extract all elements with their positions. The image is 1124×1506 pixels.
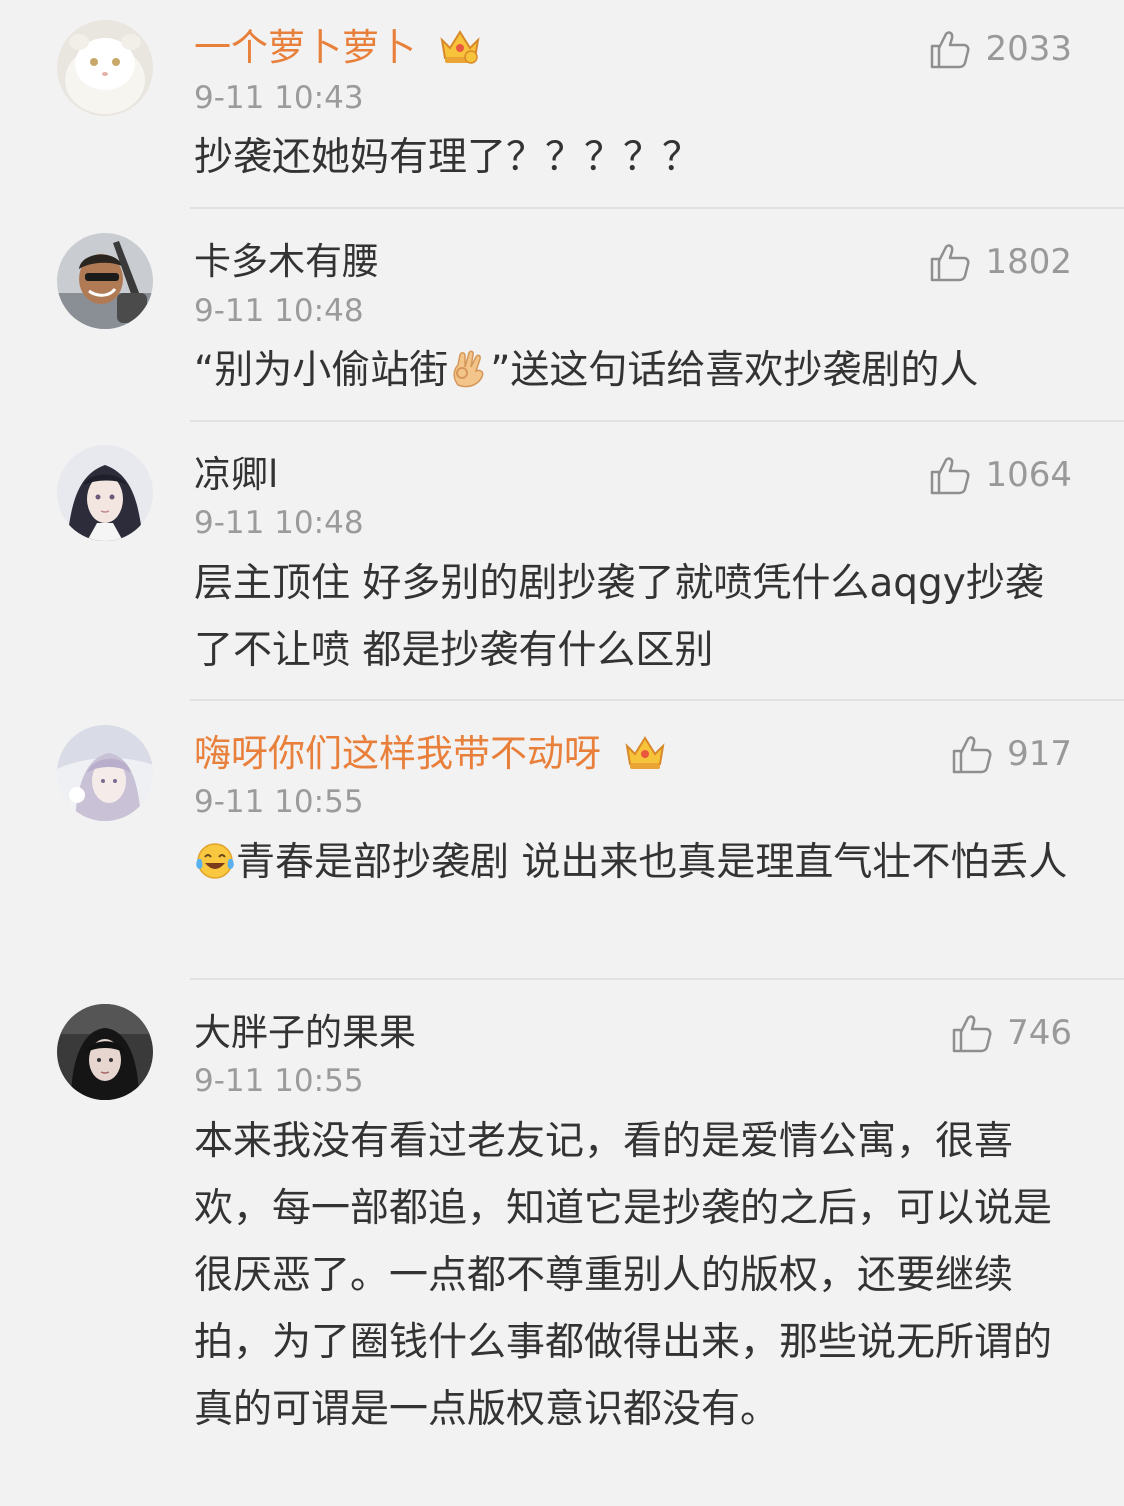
thumbs-up-icon (952, 1015, 992, 1053)
comment-text: “别为小偷站街 ”送这句话给喜欢抄袭剧的人 (194, 337, 1074, 404)
divider (190, 978, 1124, 980)
avatar[interactable] (57, 445, 153, 541)
comment-text: 抄袭还她妈有理了？？？？？ (194, 135, 702, 180)
like-button[interactable]: 2033 (929, 27, 1072, 71)
avatar[interactable] (57, 1004, 153, 1100)
comment-text: 层主顶住 好多别的剧抄袭了就喷凭什么aqgy抄袭了不让喷 都是抄袭有什么区别 (194, 561, 1044, 673)
comment-feed: 一个萝卜萝卜 9-11 10:43 2033 抄袭还她妈有理了？？？？？ 卡多木… (0, 0, 1124, 1506)
username[interactable]: 卡多木有腰 (194, 240, 379, 284)
divider (190, 207, 1124, 209)
avatar[interactable] (57, 20, 153, 116)
username[interactable]: 嗨呀你们这样我带不动呀 (194, 732, 667, 776)
laughing-tears-emoji-icon (196, 843, 234, 879)
username[interactable]: 一个萝卜萝卜 (194, 26, 482, 70)
comment-text: 本来我没有看过老友记，看的是爱情公寓，很喜欢，每一部都追，知道它是抄袭的之后，可… (194, 1119, 1053, 1432)
username-text: 卡多木有腰 (194, 240, 379, 283)
timestamp: 9-11 10:55 (194, 784, 364, 820)
username[interactable]: 凉卿l (194, 453, 278, 497)
username[interactable]: 大胖子的果果 (194, 1011, 416, 1055)
timestamp: 9-11 10:43 (194, 80, 364, 116)
thumbs-up-icon (931, 457, 970, 495)
thumbs-up-icon (952, 736, 992, 774)
like-count: 917 (1007, 734, 1072, 774)
timestamp: 9-11 10:48 (194, 505, 364, 541)
username-text: 凉卿l (194, 453, 279, 496)
timestamp: 9-11 10:48 (194, 293, 364, 329)
comment-text-part: ”送这句话给喜欢抄袭剧的人 (490, 348, 979, 393)
avatar[interactable] (57, 725, 153, 821)
like-count: 2033 (985, 29, 1072, 69)
like-count: 746 (1007, 1013, 1072, 1053)
crown-icon (440, 30, 480, 64)
comment-text-part: 青春是部抄袭剧 说出来也真是理直气壮不怕丢人 (236, 840, 1068, 885)
thumbs-up-icon (931, 31, 970, 69)
comment-text: 青春是部抄袭剧 说出来也真是理直气壮不怕丢人 (194, 829, 1074, 896)
timestamp: 9-11 10:55 (194, 1063, 364, 1099)
avatar[interactable] (57, 233, 153, 329)
comment-text-part: “别为小偷站街 (194, 348, 449, 393)
crown-icon (625, 736, 665, 769)
username-text: 大胖子的果果 (194, 1011, 416, 1054)
username-text: 嗨呀你们这样我带不动呀 (194, 732, 601, 775)
like-button[interactable]: 1064 (929, 453, 1072, 497)
username-text: 一个萝卜萝卜 (194, 26, 416, 69)
ok-hand-emoji-icon (453, 350, 484, 388)
like-button[interactable]: 917 (951, 732, 1072, 776)
like-button[interactable]: 746 (951, 1011, 1072, 1055)
divider (190, 420, 1124, 422)
like-count: 1802 (985, 242, 1072, 282)
thumbs-up-icon (931, 244, 970, 282)
like-count: 1064 (985, 455, 1072, 495)
divider (190, 699, 1124, 701)
like-button[interactable]: 1802 (929, 240, 1072, 284)
